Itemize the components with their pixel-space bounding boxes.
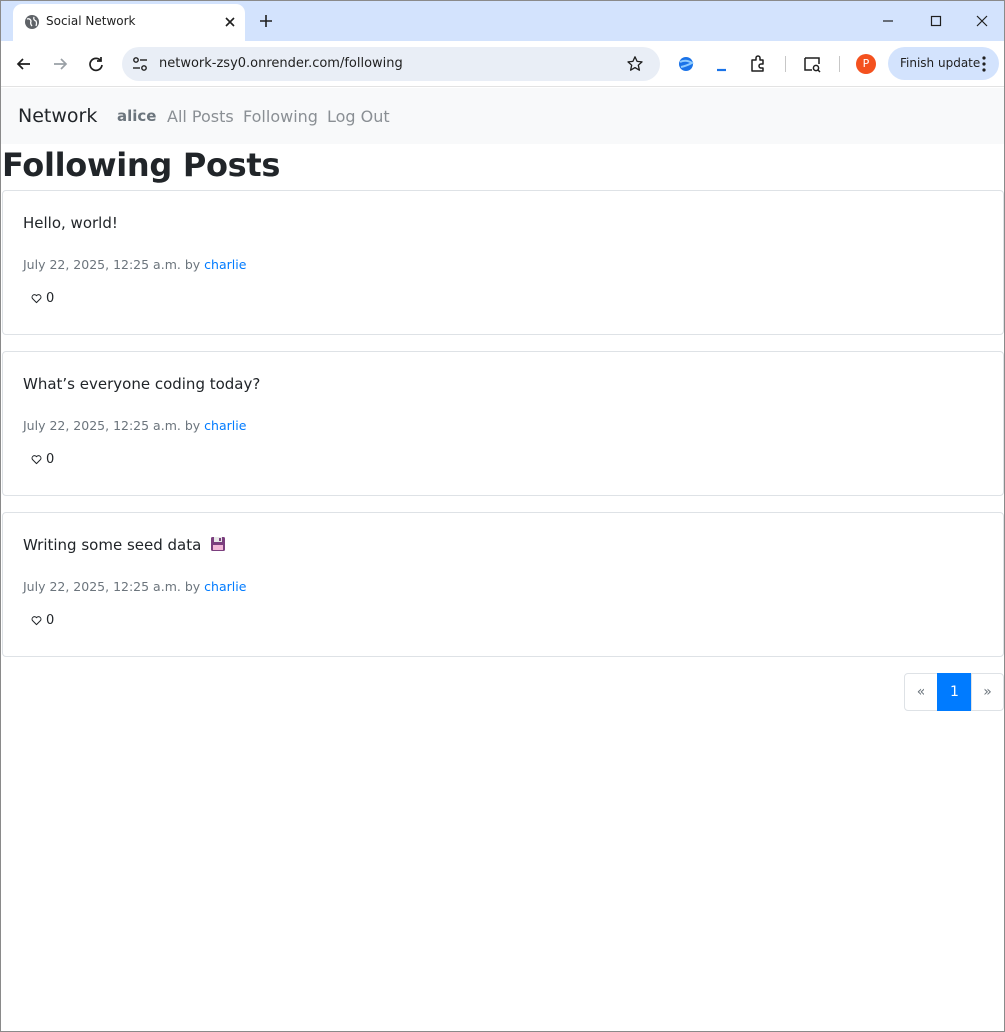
finish-update-label: Finish update [900,56,981,70]
post-content: Hello, world! [23,214,118,232]
post-text: Writing some seed data [23,536,202,554]
tab-search-icon[interactable] [801,53,823,75]
post-meta: July 22, 2025, 12:25 a.m. by charlie [23,579,246,594]
extensions-puzzle-icon[interactable] [747,53,769,75]
extension-sphere-icon[interactable] [675,53,697,75]
post-timestamp: July 22, 2025, 12:25 a.m. [23,418,181,433]
nav-log-out[interactable]: Log Out [327,107,390,126]
forward-arrow-icon[interactable] [49,53,71,75]
page-title: Following Posts [2,146,281,184]
browser-tab[interactable]: Social Network [13,4,245,41]
pagination-prev[interactable]: « [904,673,938,711]
pagination-page-1[interactable]: 1 [937,673,972,711]
bookmark-star-icon[interactable] [626,55,644,73]
new-tab-icon[interactable] [256,11,276,31]
close-window-icon[interactable] [972,11,992,31]
post-by: by [184,579,201,594]
like-count: 0 [46,452,55,467]
post-card: What’s everyone coding today? July 22, 2… [2,351,1004,496]
finish-update-button[interactable]: Finish update [888,47,999,80]
site-settings-icon[interactable] [131,55,149,73]
site-navbar: Network alice All Posts Following Log Ou… [1,88,1004,144]
minimize-icon[interactable] [878,11,898,31]
pagination-next[interactable]: » [971,673,1004,711]
post-meta: July 22, 2025, 12:25 a.m. by charlie [23,418,246,433]
heart-icon[interactable] [31,293,42,304]
floppy-disk-icon [211,537,226,551]
post-card: Hello, world! July 22, 2025, 12:25 a.m. … [2,190,1004,335]
heart-icon[interactable] [31,454,42,465]
post-by: by [184,418,201,433]
nav-following[interactable]: Following [243,107,318,126]
heart-icon[interactable] [31,615,42,626]
nav-all-posts[interactable]: All Posts [167,107,234,126]
more-vert-icon [982,56,986,72]
back-arrow-icon[interactable] [13,53,35,75]
close-tab-icon[interactable] [221,13,239,31]
profile-avatar[interactable]: P [856,54,876,74]
page-content: Network alice All Posts Following Log Ou… [1,88,1004,1031]
browser-window: Social Network network-zsy0.onrender.com… [0,0,1005,1032]
toolbar-divider [839,56,840,72]
post-by: by [184,257,201,272]
post-author-link[interactable]: charlie [204,579,246,594]
browser-toolbar: network-zsy0.onrender.com/following P Fi… [1,41,1004,87]
post-content: What’s everyone coding today? [23,375,261,393]
pagination: « 1 » [904,673,1004,711]
post-author-link[interactable]: charlie [204,257,246,272]
post-timestamp: July 22, 2025, 12:25 a.m. [23,257,181,272]
maximize-icon[interactable] [926,11,946,31]
post-card: Writing some seed data July 22, 2025, 12… [2,512,1004,657]
extension-underscore-icon[interactable] [711,53,733,75]
globe-icon [25,15,39,29]
nav-user-link[interactable]: alice [117,107,156,125]
like-count: 0 [46,291,55,306]
tab-title: Social Network [46,14,136,28]
brand-link[interactable]: Network [18,105,97,127]
address-bar[interactable]: network-zsy0.onrender.com/following [122,47,660,81]
tab-strip: Social Network [1,1,1004,41]
reload-icon[interactable] [85,53,107,75]
url-text: network-zsy0.onrender.com/following [159,56,403,71]
like-count: 0 [46,613,55,628]
post-content: Writing some seed data [23,536,226,554]
post-meta: July 22, 2025, 12:25 a.m. by charlie [23,257,246,272]
toolbar-divider [785,56,786,72]
post-timestamp: July 22, 2025, 12:25 a.m. [23,579,181,594]
post-author-link[interactable]: charlie [204,418,246,433]
